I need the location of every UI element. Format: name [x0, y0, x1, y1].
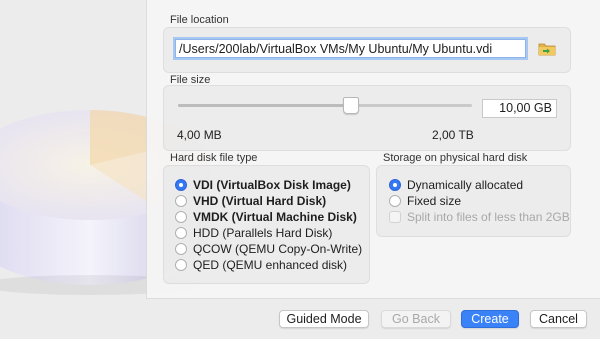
folder-icon[interactable]: [538, 41, 556, 56]
split-checkbox-label: Split into files of less than 2GB: [407, 210, 570, 224]
radio-dynamic-label: Dynamically allocated: [407, 178, 524, 192]
radio-fixed[interactable]: Fixed size: [389, 193, 461, 209]
radio-vhd[interactable]: VHD (Virtual Hard Disk): [175, 193, 326, 209]
split-checkbox[interactable]: Split into files of less than 2GB: [389, 209, 570, 225]
guided-mode-button[interactable]: Guided Mode: [279, 310, 369, 328]
radio-vdi[interactable]: VDI (VirtualBox Disk Image): [175, 177, 351, 193]
radio-vdi-label: VDI (VirtualBox Disk Image): [193, 178, 351, 192]
file-location-label: File location: [170, 14, 229, 26]
size-slider-thumb[interactable]: [343, 97, 359, 114]
file-path-input[interactable]: /Users/200lab/VirtualBox VMs/My Ubuntu/M…: [175, 39, 526, 58]
go-back-button[interactable]: Go Back: [381, 310, 451, 328]
radio-button[interactable]: [175, 211, 187, 223]
radio-qcow[interactable]: QCOW (QEMU Copy-On-Write): [175, 241, 362, 257]
size-min-label: 4,00 MB: [177, 128, 222, 142]
radio-button[interactable]: [175, 243, 187, 255]
radio-button[interactable]: [175, 195, 187, 207]
cancel-button[interactable]: Cancel: [530, 310, 587, 328]
storage-label: Storage on physical hard disk: [383, 152, 528, 164]
radio-button[interactable]: [175, 259, 187, 271]
size-slider-track[interactable]: [178, 104, 472, 107]
size-max-label: 2,00 TB: [432, 128, 474, 142]
radio-vmdk-label: VMDK (Virtual Machine Disk): [193, 210, 357, 224]
size-slider-fill: [178, 104, 349, 107]
file-size-group: [163, 85, 571, 151]
radio-hdd-label: HDD (Parallels Hard Disk): [193, 226, 333, 240]
radio-qed[interactable]: QED (QEMU enhanced disk): [175, 257, 347, 273]
radio-vhd-label: VHD (Virtual Hard Disk): [193, 194, 327, 208]
create-button[interactable]: Create: [461, 310, 519, 328]
radio-vmdk[interactable]: VMDK (Virtual Machine Disk): [175, 209, 357, 225]
size-input[interactable]: 10,00 GB: [482, 99, 557, 118]
radio-button[interactable]: [175, 179, 187, 191]
radio-button[interactable]: [389, 195, 401, 207]
radio-button[interactable]: [389, 179, 401, 191]
radio-dynamic[interactable]: Dynamically allocated: [389, 177, 523, 193]
radio-qed-label: QED (QEMU enhanced disk): [193, 258, 348, 272]
radio-hdd[interactable]: HDD (Parallels Hard Disk): [175, 225, 332, 241]
radio-qcow-label: QCOW (QEMU Copy-On-Write): [193, 242, 363, 256]
disk-type-label: Hard disk file type: [170, 152, 258, 164]
checkbox[interactable]: [389, 211, 401, 223]
radio-fixed-label: Fixed size: [407, 194, 462, 208]
radio-button[interactable]: [175, 227, 187, 239]
